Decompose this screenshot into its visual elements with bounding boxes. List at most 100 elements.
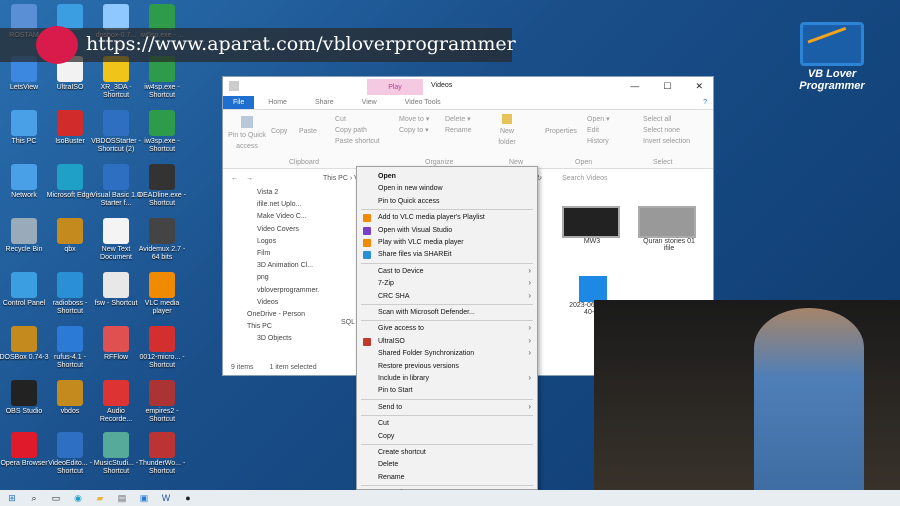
desktop-icon[interactable]: XR_3DA - Shortcut xyxy=(90,56,142,112)
desktop-icon[interactable]: Recycle Bin xyxy=(0,218,50,274)
desktop-icon[interactable]: Avidemux 2.7 - 64 bits xyxy=(136,218,188,274)
history-button[interactable]: History xyxy=(587,136,610,147)
copy-button[interactable]: Copy xyxy=(271,126,287,137)
nav-item[interactable]: 3D Objects xyxy=(223,333,319,345)
desktop-icon[interactable]: fsw - Shortcut xyxy=(90,272,142,328)
nav-item[interactable]: This PC xyxy=(223,321,319,333)
minimize-icon[interactable]: — xyxy=(630,81,639,92)
desktop-icon[interactable]: ThunderWo... - Shortcut xyxy=(136,432,188,488)
edit-button[interactable]: Edit xyxy=(587,125,610,136)
nav-item[interactable]: Videos xyxy=(223,297,319,309)
nav-item[interactable]: vbloverprogrammer.sq... xyxy=(223,285,319,297)
desktop-icon[interactable]: MusicStudi... - Shortcut xyxy=(90,432,142,488)
desktop-icon[interactable]: Audio Recorde... xyxy=(90,380,142,436)
menu-item[interactable]: Rename xyxy=(378,472,533,484)
menu-item[interactable]: Delete xyxy=(378,459,533,471)
menu-item[interactable]: Play with VLC media player xyxy=(378,237,533,249)
tab-share[interactable]: Share xyxy=(301,99,348,106)
menu-item[interactable]: UltraISO xyxy=(378,336,533,348)
desktop-icon[interactable]: VideoEdito... - Shortcut xyxy=(44,432,96,488)
desktop-icon[interactable]: RFFlow xyxy=(90,326,142,382)
menu-item[interactable]: Add to VLC media player's Playlist xyxy=(378,212,533,224)
menu-item[interactable]: CRC SHA xyxy=(378,291,533,303)
desktop-icon[interactable]: UltraISO xyxy=(44,56,96,112)
maximize-icon[interactable]: ☐ xyxy=(663,81,671,92)
menu-item[interactable]: Scan with Microsoft Defender... xyxy=(378,307,533,319)
menu-item[interactable]: Open in new window xyxy=(378,183,533,195)
menu-item[interactable]: 7-Zip xyxy=(378,278,533,290)
desktop-icon[interactable]: Control Panel xyxy=(0,272,50,328)
nav-item[interactable]: Video Covers xyxy=(223,224,319,236)
nav-item[interactable]: Logos xyxy=(223,236,319,248)
nav-item[interactable]: png xyxy=(223,272,319,284)
select-none-button[interactable]: Select none xyxy=(643,125,690,136)
menu-item[interactable]: Open with Visual Studio xyxy=(378,225,533,237)
address-bar[interactable]: This PC › Vi xyxy=(323,175,360,182)
menu-item[interactable]: Copy xyxy=(378,431,533,443)
video-thumbnail[interactable]: MW3 xyxy=(562,206,622,245)
desktop-icon[interactable]: 0012-micro... - Shortcut xyxy=(136,326,188,382)
desktop-icon[interactable]: VBDOSStarter - Shortcut (2) xyxy=(90,110,142,166)
delete-button[interactable]: Delete ▾ xyxy=(445,114,471,125)
forward-icon[interactable]: → xyxy=(246,175,253,182)
menu-item[interactable]: Give access to xyxy=(378,323,533,335)
desktop-icon[interactable]: DEADline.exe - Shortcut xyxy=(136,164,188,220)
menu-item[interactable]: Cut xyxy=(378,418,533,430)
menu-item[interactable]: Pin to Quick access xyxy=(378,196,533,208)
tab-video-tools[interactable]: Video Tools xyxy=(391,99,455,106)
desktop-icon[interactable]: LetsView xyxy=(0,56,50,112)
help-icon[interactable]: ? xyxy=(697,99,713,106)
edge-icon[interactable]: ◉ xyxy=(72,492,84,504)
desktop-icon[interactable]: DOSBox 0.74-3 xyxy=(0,326,50,382)
search-icon[interactable]: ⌕ xyxy=(28,492,40,504)
menu-item[interactable]: Restore previous versions xyxy=(378,361,533,373)
video-thumbnail[interactable]: Quran stories 01 ifile xyxy=(638,206,700,252)
obs-icon[interactable]: ● xyxy=(182,492,194,504)
move-to-button[interactable]: Move to ▾ xyxy=(399,114,429,125)
select-all-button[interactable]: Select all xyxy=(643,114,690,125)
desktop-icon[interactable]: IsoBuster xyxy=(44,110,96,166)
task-view-icon[interactable]: ▭ xyxy=(50,492,62,504)
windows-start-icon[interactable]: ⊞ xyxy=(6,492,18,504)
properties-button[interactable]: Properties xyxy=(545,126,577,137)
desktop-icon[interactable]: VLC media player xyxy=(136,272,188,328)
desktop-icon[interactable]: iw4sp.exe - Shortcut xyxy=(136,56,188,112)
desktop-icon[interactable]: Opera Browser xyxy=(0,432,50,488)
menu-item[interactable]: Cast to Device xyxy=(378,266,533,278)
nav-item[interactable]: OneDrive - Person xyxy=(223,309,319,321)
desktop-icon[interactable]: Network xyxy=(0,164,50,220)
desktop-icon[interactable]: rufus-4.1 - Shortcut xyxy=(44,326,96,382)
tab-play[interactable]: Play xyxy=(367,79,423,95)
desktop-icon[interactable]: This PC xyxy=(0,110,50,166)
copy-to-button[interactable]: Copy to ▾ xyxy=(399,125,429,136)
desktop-icon[interactable]: radioboss - Shortcut xyxy=(44,272,96,328)
tab-file[interactable]: File xyxy=(223,95,255,109)
menu-item[interactable]: Send to xyxy=(378,402,533,414)
menu-item[interactable]: Shared Folder Synchronization xyxy=(378,348,533,360)
menu-item[interactable]: Create shortcut xyxy=(378,447,533,459)
cut-button[interactable]: Cut xyxy=(335,114,380,125)
paste-button[interactable]: Paste xyxy=(299,126,317,137)
nav-item[interactable]: Vista 2 xyxy=(223,187,319,199)
open-button[interactable]: Open ▾ xyxy=(587,114,610,125)
copy-path-button[interactable]: Copy path xyxy=(335,125,380,136)
desktop-icon[interactable]: qbx xyxy=(44,218,96,274)
pin-quick-access-button[interactable]: Pin to Quick access xyxy=(227,130,267,152)
nav-item[interactable]: Make Video C... xyxy=(223,211,319,223)
tab-home[interactable]: Home xyxy=(254,99,301,106)
rename-button[interactable]: Rename xyxy=(445,125,471,136)
paste-shortcut-button[interactable]: Paste shortcut xyxy=(335,136,380,147)
desktop-icon[interactable]: iw3sp.exe - Shortcut xyxy=(136,110,188,166)
tab-view[interactable]: View xyxy=(348,99,391,106)
invert-selection-button[interactable]: Invert selection xyxy=(643,136,690,147)
desktop-icon[interactable]: Visual Basic 1.0 Starter f... xyxy=(90,164,142,220)
desktop-icon[interactable]: vbdos xyxy=(44,380,96,436)
desktop-icon[interactable]: Microsoft Edge xyxy=(44,164,96,220)
nav-item[interactable]: ifile.net Uplo... xyxy=(223,199,319,211)
menu-item[interactable]: Open xyxy=(378,171,533,183)
search-input[interactable]: Search Videos xyxy=(562,175,607,182)
desktop-icon[interactable]: New Text Document xyxy=(90,218,142,274)
menu-item[interactable]: Pin to Start xyxy=(378,385,533,397)
nav-item[interactable]: Film xyxy=(223,248,319,260)
nav-item[interactable]: 3D Animation Cl... xyxy=(223,260,319,272)
